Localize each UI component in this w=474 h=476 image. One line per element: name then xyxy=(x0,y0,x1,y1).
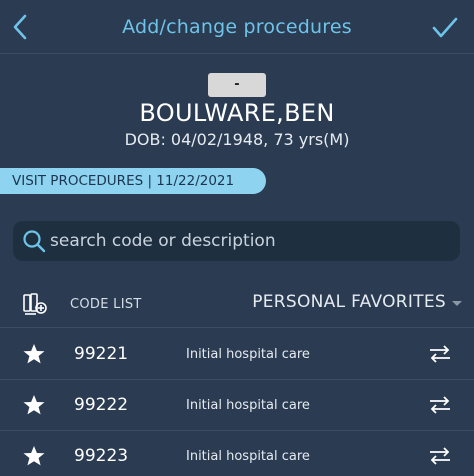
patient-dob: DOB: 04/02/1948, 73 yrs(M) xyxy=(124,130,350,149)
procedure-description: Initial hospital care xyxy=(186,449,310,464)
list-header: CODE LIST PERSONAL FAVORITES xyxy=(0,282,474,328)
star-icon[interactable] xyxy=(22,343,46,365)
code-list-icon[interactable] xyxy=(22,291,48,317)
chevron-down-icon xyxy=(452,300,462,306)
procedure-code: 99221 xyxy=(74,344,129,364)
procedure-code: 99223 xyxy=(74,446,129,466)
favorites-label: PERSONAL FAVORITES xyxy=(252,292,446,312)
code-list-label[interactable]: CODE LIST xyxy=(70,297,142,312)
star-icon[interactable] xyxy=(22,394,46,416)
star-icon[interactable] xyxy=(22,445,46,467)
top-bar: Add/change procedures xyxy=(0,0,474,54)
swap-arrows-icon[interactable] xyxy=(428,446,452,466)
done-button[interactable] xyxy=(430,14,460,42)
procedure-code: 99222 xyxy=(74,395,129,415)
patient-badge: - xyxy=(208,73,266,97)
checkmark-icon xyxy=(432,17,458,38)
patient-name: BOULWARE,BEN xyxy=(139,99,335,127)
search-input[interactable] xyxy=(47,222,460,260)
swap-arrows-icon[interactable] xyxy=(428,344,452,364)
search-bar[interactable] xyxy=(13,221,460,261)
procedure-description: Initial hospital care xyxy=(186,398,310,413)
page-title: Add/change procedures xyxy=(122,16,352,38)
list-item[interactable]: 99221 Initial hospital care xyxy=(0,329,474,380)
procedure-description: Initial hospital care xyxy=(186,347,310,362)
visit-procedures-tab[interactable]: VISIT PROCEDURES | 11/22/2021 xyxy=(0,168,266,194)
list-item[interactable]: 99222 Initial hospital care xyxy=(0,380,474,431)
favorites-dropdown[interactable]: PERSONAL FAVORITES xyxy=(252,292,462,312)
procedure-list: 99221 Initial hospital care 99222 Initia… xyxy=(0,329,474,476)
list-item[interactable]: 99223 Initial hospital care xyxy=(0,431,474,476)
search-icon xyxy=(21,228,47,254)
swap-arrows-icon[interactable] xyxy=(428,395,452,415)
